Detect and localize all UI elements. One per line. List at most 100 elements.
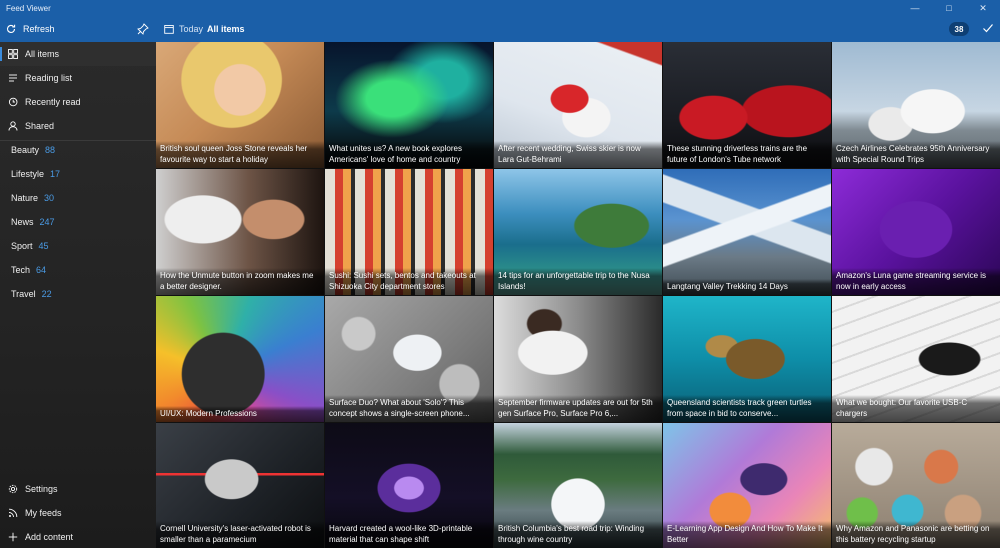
nav-label: Recently read [25, 97, 81, 107]
nav-shared[interactable]: Shared [0, 114, 156, 138]
article-title: Why Amazon and Panasonic are betting on … [832, 521, 1000, 548]
article-grid: British soul queen Joss Stone reveals he… [156, 42, 1000, 548]
category-count: 17 [50, 169, 61, 179]
feeds-icon [7, 507, 19, 519]
article-tile[interactable]: Surface Duo? What about 'Solo'? This con… [325, 296, 493, 422]
article-title: UI/UX: Modern Professions [156, 405, 324, 422]
article-tile[interactable]: September firmware updates are out for 5… [494, 296, 662, 422]
nav-label: All items [25, 49, 60, 59]
close-icon[interactable]: ✕ [966, 0, 1000, 16]
category-travel[interactable]: Travel 22 [0, 282, 156, 306]
article-title: British soul queen Joss Stone reveals he… [156, 141, 324, 168]
nav-add-content[interactable]: Add content [0, 525, 156, 548]
article-tile[interactable]: Cornell University's laser-activated rob… [156, 423, 324, 548]
pin-icon[interactable] [137, 23, 149, 35]
reading-list-icon [7, 72, 19, 84]
nav-label: Shared [25, 121, 55, 131]
article-title: Czech Airlines Celebrates 95th Anniversa… [832, 141, 1000, 168]
article-tile[interactable]: What we bought: Our favorite USB-C charg… [832, 296, 1000, 422]
article-tile[interactable]: What unites us? A new book explores Amer… [325, 42, 493, 168]
article-title: September firmware updates are out for 5… [494, 395, 662, 422]
article-tile[interactable]: British soul queen Joss Stone reveals he… [156, 42, 324, 168]
article-tile[interactable]: Langtang Valley Trekking 14 Days [663, 169, 831, 295]
colour-wheel-image [156, 296, 324, 422]
article-title: How the Unmute button in zoom makes me a… [156, 268, 324, 295]
minimize-icon[interactable]: — [898, 0, 932, 16]
article-tile[interactable]: Czech Airlines Celebrates 95th Anniversa… [832, 42, 1000, 168]
nav-all-items[interactable]: All items [0, 42, 156, 66]
mark-all-read-icon[interactable] [982, 22, 994, 34]
category-label: Lifestyle [11, 169, 45, 179]
window-controls: — □ ✕ [898, 0, 1000, 16]
nav-settings[interactable]: Settings [0, 477, 156, 501]
person-icon [7, 120, 19, 132]
category-sport[interactable]: Sport 45 [0, 234, 156, 258]
article-tile[interactable]: E-Learning App Design And How To Make It… [663, 423, 831, 548]
refresh-button[interactable]: Refresh [6, 16, 55, 42]
article-title: What we bought: Our favorite USB-C charg… [832, 395, 1000, 422]
article-tile[interactable]: How the Unmute button in zoom makes me a… [156, 169, 324, 295]
article-title: These stunning driverless trains are the… [663, 141, 831, 168]
nav-reading-list[interactable]: Reading list [0, 66, 156, 90]
article-title: After recent wedding, Swiss skier is now… [494, 141, 662, 168]
article-title: Amazon's Luna game streaming service is … [832, 268, 1000, 295]
article-title: Cornell University's laser-activated rob… [156, 521, 324, 548]
article-tile[interactable]: 14 tips for an unforgettable trip to the… [494, 169, 662, 295]
category-nature[interactable]: Nature 30 [0, 186, 156, 210]
title-bar: Feed Viewer — □ ✕ [0, 0, 1000, 16]
category-label: Tech [11, 265, 31, 275]
category-tech[interactable]: Tech 64 [0, 258, 156, 282]
nav-label: Add content [25, 532, 74, 542]
category-news[interactable]: News 247 [0, 210, 156, 234]
current-view-title: All items [207, 24, 245, 34]
article-title: Queensland scientists track green turtle… [663, 395, 831, 422]
gear-icon [7, 483, 19, 495]
category-count: 88 [45, 145, 56, 155]
category-lifestyle[interactable]: Lifestyle 17 [0, 162, 156, 186]
category-count: 30 [44, 193, 55, 203]
article-tile[interactable]: Harvard created a wool-like 3D-printable… [325, 423, 493, 548]
article-tile[interactable]: Why Amazon and Panasonic are betting on … [832, 423, 1000, 548]
nav-my-feeds[interactable]: My feeds [0, 501, 156, 525]
nav-recently-read[interactable]: Recently read [0, 90, 156, 114]
article-title: What unites us? A new book explores Amer… [325, 141, 493, 168]
article-tile[interactable]: After recent wedding, Swiss skier is now… [494, 42, 662, 168]
category-label: Beauty [11, 145, 40, 155]
grid-icon [7, 48, 19, 60]
refresh-label: Refresh [23, 24, 55, 34]
history-icon [7, 96, 19, 108]
today-button[interactable]: Today [164, 16, 203, 42]
category-label: News [11, 217, 34, 227]
mountains-image [663, 169, 831, 295]
maximize-icon[interactable]: □ [932, 0, 966, 16]
article-tile[interactable]: Amazon's Luna game streaming service is … [832, 169, 1000, 295]
article-title: British Columbia's best road trip: Windi… [494, 521, 662, 548]
refresh-icon [7, 24, 16, 33]
category-label: Nature [11, 193, 39, 203]
article-title: Langtang Valley Trekking 14 Days [663, 278, 831, 295]
article-tile[interactable]: Sushi: Sushi sets, bentos and takeouts a… [325, 169, 493, 295]
category-count: 247 [39, 217, 55, 227]
article-tile[interactable]: Queensland scientists track green turtle… [663, 296, 831, 422]
article-title: Sushi: Sushi sets, bentos and takeouts a… [325, 268, 493, 295]
article-tile[interactable]: British Columbia's best road trip: Windi… [494, 423, 662, 548]
article-title: Harvard created a wool-like 3D-printable… [325, 521, 493, 548]
nav-label: My feeds [25, 508, 62, 518]
article-tile[interactable]: UI/UX: Modern Professions [156, 296, 324, 422]
category-count: 64 [36, 265, 47, 275]
today-label: Today [179, 24, 204, 34]
plus-icon [7, 531, 19, 543]
unread-count-badge: 38 [949, 22, 969, 36]
article-title: E-Learning App Design And How To Make It… [663, 521, 831, 548]
category-count: 45 [38, 241, 49, 251]
article-title: Surface Duo? What about 'Solo'? This con… [325, 395, 493, 422]
command-bar: Refresh Today All items [0, 16, 1000, 42]
category-label: Sport [11, 241, 33, 251]
category-count: 22 [41, 289, 52, 299]
category-label: Travel [11, 289, 36, 299]
article-tile[interactable]: These stunning driverless trains are the… [663, 42, 831, 168]
category-beauty[interactable]: Beauty 88 [0, 138, 156, 162]
nav-label: Settings [25, 484, 58, 494]
article-title: 14 tips for an unforgettable trip to the… [494, 268, 662, 295]
sidebar: All items Reading list Recently read Sha… [0, 42, 156, 548]
